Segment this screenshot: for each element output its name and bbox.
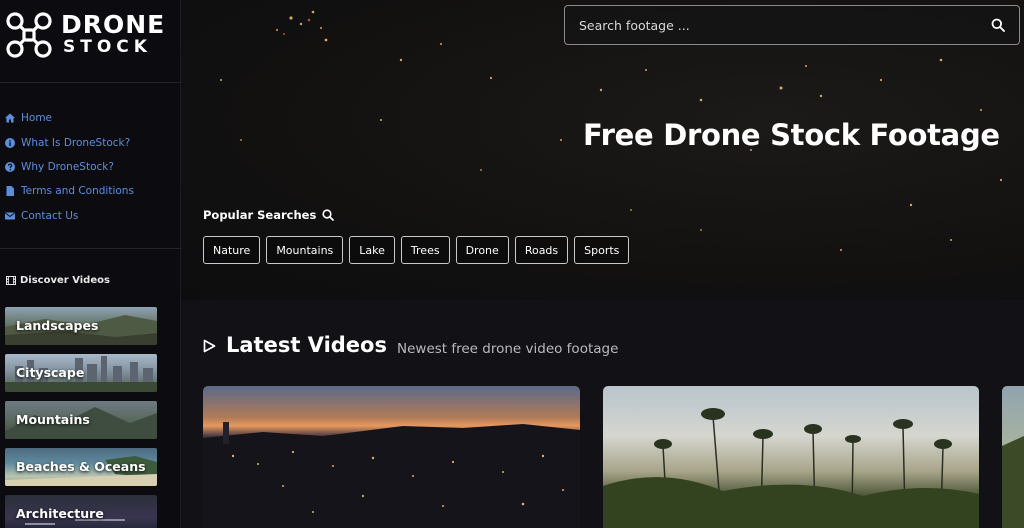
nav-item-label: Contact Us bbox=[21, 209, 79, 222]
play-outline-icon bbox=[203, 339, 216, 353]
nav-item-label: What Is DroneStock? bbox=[21, 136, 131, 149]
category-label: Cityscape bbox=[16, 365, 85, 380]
category-label: Landscapes bbox=[16, 318, 99, 333]
nav-item-what-is[interactable]: What Is DroneStock? bbox=[5, 130, 134, 154]
popular-tags: Nature Mountains Lake Trees Drone Roads … bbox=[203, 236, 630, 264]
nav-item-why[interactable]: Why DroneStock? bbox=[5, 155, 134, 179]
latest-videos-subtitle: Newest free drone video footage bbox=[397, 341, 619, 357]
search-icon[interactable] bbox=[991, 18, 1005, 32]
category-label: Mountains bbox=[16, 412, 90, 427]
tag-lake[interactable]: Lake bbox=[349, 236, 395, 264]
category-landscapes[interactable]: Landscapes bbox=[5, 307, 157, 345]
video-card[interactable] bbox=[603, 386, 979, 528]
sidebar-divider bbox=[0, 248, 181, 249]
video-card[interactable] bbox=[203, 386, 580, 528]
film-icon bbox=[6, 276, 16, 285]
video-thumbnail-night-city bbox=[203, 422, 580, 528]
category-architecture[interactable]: Architecture bbox=[5, 495, 157, 528]
tag-trees[interactable]: Trees bbox=[400, 236, 450, 264]
category-label: Architecture bbox=[16, 506, 104, 521]
discover-label: Discover Videos bbox=[20, 275, 110, 286]
envelope-icon bbox=[5, 212, 15, 220]
info-icon bbox=[5, 137, 15, 148]
search-input[interactable] bbox=[579, 17, 991, 33]
nav-item-terms[interactable]: Terms and Conditions bbox=[5, 179, 134, 203]
tag-mountains[interactable]: Mountains bbox=[266, 236, 344, 264]
question-icon bbox=[5, 161, 15, 172]
home-icon bbox=[5, 113, 15, 123]
nav-item-label: Why DroneStock? bbox=[21, 160, 114, 173]
tag-drone[interactable]: Drone bbox=[455, 236, 509, 264]
document-icon bbox=[6, 186, 14, 197]
sidebar-divider bbox=[0, 82, 181, 83]
logo[interactable]: DRONE STOCK bbox=[5, 8, 175, 62]
popular-searches-label: Popular Searches bbox=[203, 208, 317, 222]
sidebar-nav: Home What Is DroneStock? Why DroneStock?… bbox=[5, 106, 134, 228]
logo-line1: DRONE bbox=[61, 10, 166, 39]
hero-banner: Free Drone Stock Footage Popular Searche… bbox=[181, 0, 1024, 300]
nav-item-home[interactable]: Home bbox=[5, 106, 134, 130]
popular-searches-heading: Popular Searches bbox=[203, 208, 335, 222]
search-bar[interactable] bbox=[564, 5, 1020, 45]
video-thumbnail-partial bbox=[1002, 436, 1024, 528]
nav-item-label: Home bbox=[21, 112, 53, 125]
logo-text: DRONE STOCK bbox=[61, 12, 165, 56]
logo-line2: STOCK bbox=[63, 37, 152, 57]
video-card[interactable] bbox=[1002, 386, 1024, 528]
tag-nature[interactable]: Nature bbox=[203, 236, 261, 264]
tag-sports[interactable]: Sports bbox=[574, 236, 630, 264]
tag-roads[interactable]: Roads bbox=[514, 236, 569, 264]
hero-title: Free Drone Stock Footage bbox=[583, 118, 1000, 152]
category-mountains[interactable]: Mountains bbox=[5, 401, 157, 439]
category-cityscape[interactable]: Cityscape bbox=[5, 354, 157, 392]
discover-heading: Discover Videos bbox=[6, 275, 110, 286]
sidebar: DRONE STOCK Home What Is DroneStock? Why… bbox=[0, 0, 181, 528]
nav-item-contact[interactable]: Contact Us bbox=[5, 204, 134, 228]
video-thumbnail-palm-trees bbox=[603, 408, 979, 528]
latest-videos-title: Latest Videos bbox=[226, 333, 387, 357]
drone-logo-icon bbox=[6, 12, 52, 58]
category-label: Beaches & Oceans bbox=[16, 459, 146, 474]
category-beaches-oceans[interactable]: Beaches & Oceans bbox=[5, 448, 157, 486]
nav-item-label: Terms and Conditions bbox=[21, 185, 134, 198]
search-icon bbox=[322, 209, 335, 221]
